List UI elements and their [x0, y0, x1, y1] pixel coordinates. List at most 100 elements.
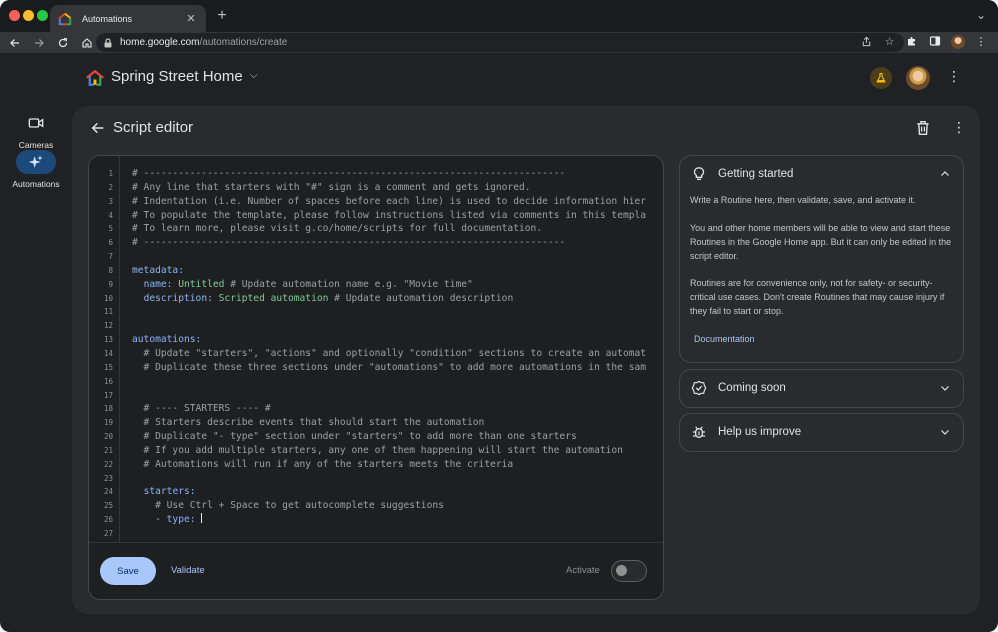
home-switcher-chevron-icon[interactable]: ⌵	[250, 70, 258, 81]
code-token: # --------------------------------------…	[132, 237, 566, 249]
code-editor[interactable]: 1 2 3 4 5 6 7 8 9 10 11 12 13 14 15 16 17 18 19 20 21 22 23 24 2…	[88, 155, 664, 600]
home-nav-icon[interactable]	[78, 34, 96, 52]
rail-item-automations[interactable]: Automations	[6, 150, 66, 189]
reload-icon[interactable]	[54, 34, 72, 52]
code-line[interactable]: # --------------------------------------…	[132, 167, 646, 181]
window-zoom-button[interactable]	[37, 10, 48, 21]
documentation-link[interactable]: Documentation	[694, 333, 755, 347]
code-token: # Any line that starters with "#" sign i…	[132, 181, 531, 193]
window-close-button[interactable]	[9, 10, 20, 21]
coming-soon-header[interactable]: Coming soon	[680, 370, 963, 407]
app-header: Spring Street Home ⌵ ⋮	[0, 53, 998, 105]
card-more-icon[interactable]: ⋮	[952, 119, 966, 136]
code-line[interactable]	[132, 389, 646, 403]
code-line[interactable]	[132, 527, 646, 541]
labs-flask-icon[interactable]	[870, 67, 892, 89]
code-lines[interactable]: # --------------------------------------…	[132, 167, 646, 541]
code-line[interactable]	[132, 250, 646, 264]
chevron-up-icon[interactable]	[939, 168, 951, 180]
code-line[interactable]: # If you add multiple starters, any one …	[132, 444, 646, 458]
toggle-knob	[616, 565, 627, 576]
code-line[interactable]: description: Scripted automation # Updat…	[132, 292, 646, 306]
line-numbers: 1 2 3 4 5 6 7 8 9 10 11 12 13 14 15 16 17 18 19 20 21 22 23 24 2…	[89, 167, 113, 541]
url-host: home.google.com	[120, 37, 200, 48]
code-token: automations:	[132, 334, 202, 346]
page-title: Script editor	[113, 119, 194, 136]
browser-window: Automations ✕ + ⌄ home.google.com /autom…	[0, 0, 998, 632]
share-icon[interactable]	[860, 36, 873, 49]
chevron-down-icon[interactable]	[939, 382, 951, 394]
code-line[interactable]	[132, 305, 646, 319]
code-line[interactable]: # ---- STARTERS ---- #	[132, 402, 646, 416]
header-more-icon[interactable]: ⋮	[947, 68, 961, 85]
chevron-down-icon[interactable]	[939, 426, 951, 438]
code-line[interactable]: # Update "starters", "actions" and optio…	[132, 347, 647, 361]
browser-tab-automations[interactable]: Automations ✕	[50, 5, 206, 32]
address-bar[interactable]: home.google.com /automations/create ☆	[96, 33, 904, 52]
coming-soon-panel[interactable]: Coming soon	[679, 369, 964, 408]
line-number: 24	[103, 487, 113, 497]
lightbulb-icon	[693, 167, 705, 180]
home-name[interactable]: Spring Street Home	[111, 68, 243, 85]
code-line[interactable]: # Starters describe events that should s…	[132, 416, 646, 430]
getting-started-header[interactable]: Getting started	[680, 156, 963, 193]
code-line[interactable]	[132, 375, 646, 389]
rail-item-cameras[interactable]: Cameras	[6, 111, 66, 150]
activate-label: Activate	[566, 565, 600, 576]
bookmark-star-icon[interactable]: ☆	[883, 36, 896, 49]
validate-button[interactable]: Validate	[171, 565, 205, 576]
line-number: 27	[103, 528, 113, 538]
code-line[interactable]: automations:	[132, 333, 646, 347]
tab-search-chevron-icon[interactable]: ⌄	[976, 8, 986, 22]
code-token: # Use Ctrl + Space to get autocomplete s…	[132, 500, 444, 512]
code-line[interactable]: starters:	[132, 485, 646, 499]
bug-icon	[693, 426, 705, 438]
save-button[interactable]: Save	[100, 557, 156, 585]
code-line[interactable]: # Indentation (i.e. Number of spaces bef…	[132, 195, 646, 209]
extensions-puzzle-icon[interactable]	[905, 35, 919, 49]
code-line[interactable]	[132, 319, 646, 333]
line-number: 9	[108, 279, 113, 289]
new-tab-button[interactable]: +	[213, 7, 231, 25]
line-number: 3	[108, 196, 113, 206]
code-area[interactable]: # --------------------------------------…	[121, 156, 663, 542]
help-improve-header[interactable]: Help us improve	[680, 414, 963, 451]
trash-icon[interactable]	[916, 120, 930, 136]
back-nav-icon[interactable]	[6, 34, 24, 52]
forward-nav-icon[interactable]	[30, 34, 48, 52]
code-line[interactable]: name: Untitled # Update automation name …	[132, 278, 646, 292]
code-line[interactable]: # Automations will run if any of the sta…	[132, 458, 646, 472]
code-line[interactable]: metadata:	[132, 264, 646, 278]
code-line[interactable]	[132, 472, 646, 486]
line-number: 15	[103, 362, 113, 372]
sparkle-icon	[28, 155, 43, 168]
code-token: # To populate the template, please follo…	[132, 209, 647, 221]
rail-label: Automations	[12, 179, 60, 189]
code-line[interactable]: # Duplicate these three sections under "…	[132, 361, 647, 375]
code-line[interactable]: # Duplicate "- type" section under "star…	[132, 430, 646, 444]
script-editor-card: Script editor ⋮ 1 2 3 4 5 6 7 8 9 10 11 12 13 14 15 16 1…	[72, 106, 980, 614]
code-token: # To learn more, please visit g.co/home/…	[132, 223, 543, 235]
tab-strip: Automations ✕ + ⌄	[0, 0, 998, 32]
help-improve-panel[interactable]: Help us improve	[679, 413, 964, 452]
profile-avatar-icon[interactable]	[951, 35, 965, 49]
code-line[interactable]: - type:	[132, 513, 646, 527]
code-line[interactable]: # Use Ctrl + Space to get autocomplete s…	[132, 499, 646, 513]
code-token: # ---- STARTERS ---- #	[132, 403, 271, 415]
code-token: # Update "starters", "actions" and optio…	[132, 347, 647, 359]
code-line[interactable]: # To populate the template, please follo…	[132, 209, 646, 223]
code-line[interactable]: # --------------------------------------…	[132, 236, 646, 250]
line-number: 11	[103, 307, 113, 317]
code-line[interactable]: # Any line that starters with "#" sign i…	[132, 181, 646, 195]
code-line[interactable]: # To learn more, please visit g.co/home/…	[132, 222, 646, 236]
back-arrow-icon[interactable]	[90, 120, 106, 136]
user-avatar[interactable]	[906, 66, 930, 90]
browser-menu-icon[interactable]: ⋮	[974, 35, 988, 49]
close-tab-icon[interactable]: ✕	[184, 12, 198, 25]
activate-toggle[interactable]	[611, 560, 647, 582]
editor-footer: Save Validate Activate	[89, 542, 663, 599]
side-panel-icon[interactable]	[928, 35, 942, 49]
window-minimize-button[interactable]	[23, 10, 34, 21]
